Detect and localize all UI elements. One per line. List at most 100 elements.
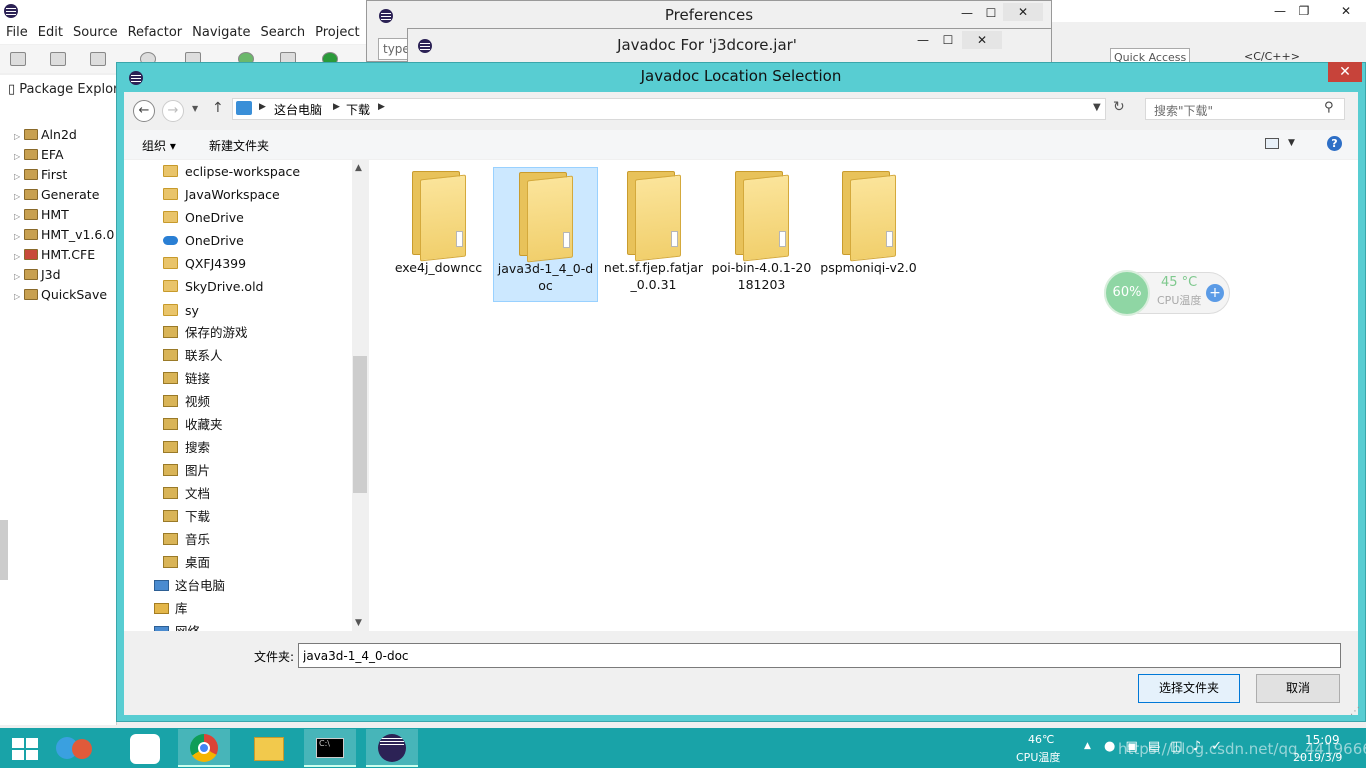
nav-item[interactable]: 视频 xyxy=(163,391,210,413)
plus-icon[interactable]: + xyxy=(1206,284,1224,302)
project-item[interactable]: ▷ HMT xyxy=(14,206,69,224)
menu-navigate[interactable]: Navigate xyxy=(186,22,254,40)
chevron-right-icon[interactable]: ▶ xyxy=(259,102,266,112)
chevron-right-icon[interactable]: ▶ xyxy=(333,102,340,112)
folder-tile[interactable]: exe4j_downcc xyxy=(386,167,491,302)
save-icon[interactable] xyxy=(90,52,106,66)
refresh-icon[interactable]: ↻ xyxy=(1113,99,1125,115)
project-item[interactable]: ▷ QuickSave xyxy=(14,286,107,304)
folder-icon xyxy=(836,171,902,262)
open-icon[interactable] xyxy=(50,52,66,66)
nav-item[interactable]: 保存的游戏 xyxy=(163,322,248,344)
taskbar-chrome[interactable] xyxy=(178,729,230,767)
downloads-icon xyxy=(163,510,178,522)
nav-item[interactable]: 网络 xyxy=(154,621,200,631)
nav-item[interactable]: QXFJ4399 xyxy=(163,253,246,275)
new-icon[interactable] xyxy=(10,52,26,66)
chevron-down-icon[interactable]: ▼ xyxy=(1288,138,1295,148)
folder-tile-selected[interactable]: java3d-1_4_0-doc xyxy=(493,167,598,302)
taskbar-cmd[interactable]: C:\ xyxy=(304,729,356,767)
project-item[interactable]: ▷ Generate xyxy=(14,186,99,204)
breadcrumb-this-pc[interactable]: 这台电脑 xyxy=(274,101,322,118)
recent-locations-dropdown[interactable]: ▼ xyxy=(192,104,198,113)
desktop-icon xyxy=(163,556,178,568)
package-explorer-title[interactable]: ▯ Package Explor xyxy=(8,82,118,97)
nav-item[interactable]: 桌面 xyxy=(163,552,210,574)
project-item[interactable]: ▷ Aln2d xyxy=(14,126,77,144)
nav-item[interactable]: 文档 xyxy=(163,483,210,505)
taskbar-explorer[interactable] xyxy=(242,729,294,767)
dialog-close-button[interactable]: ✕ xyxy=(1328,62,1362,82)
nav-item[interactable]: eclipse-workspace xyxy=(163,161,300,183)
back-button[interactable]: ← xyxy=(133,100,155,122)
menu-project[interactable]: Project xyxy=(309,22,363,40)
nav-item[interactable]: 下载 xyxy=(163,506,210,528)
address-dropdown-icon[interactable]: ▼ xyxy=(1093,102,1101,113)
chevron-up-icon[interactable]: ▲ xyxy=(1084,741,1091,751)
windows-start-icon[interactable] xyxy=(12,738,38,760)
scroll-up-icon[interactable]: ▲ xyxy=(355,163,362,173)
folder-tile[interactable]: net.sf.fjep.fatjar_0.0.31 xyxy=(601,167,706,302)
chevron-right-icon[interactable]: ▶ xyxy=(378,102,385,112)
forward-button[interactable]: → xyxy=(162,100,184,122)
nav-item[interactable]: 图片 xyxy=(163,460,210,482)
project-item[interactable]: ▷ HMT.CFE xyxy=(14,246,95,264)
taskbar-app[interactable] xyxy=(120,729,172,767)
nav-item[interactable]: JavaWorkspace xyxy=(163,184,280,206)
watermark: https://blog.csdn.net/qq_44196662 xyxy=(1118,740,1366,758)
nav-item[interactable]: OneDrive xyxy=(163,207,244,229)
menu-refactor[interactable]: Refactor xyxy=(122,22,187,40)
scroll-down-icon[interactable]: ▼ xyxy=(355,618,362,628)
menu-edit[interactable]: Edit xyxy=(32,22,67,40)
folder-icon xyxy=(513,172,579,263)
nav-item[interactable]: 搜索 xyxy=(163,437,210,459)
nav-item[interactable]: 这台电脑 xyxy=(154,575,225,597)
help-icon[interactable]: ? xyxy=(1327,136,1342,151)
nav-item[interactable]: 收藏夹 xyxy=(163,414,223,436)
nav-item[interactable]: sy xyxy=(163,300,199,322)
nav-item[interactable]: OneDrive xyxy=(163,230,244,252)
project-item[interactable]: ▷ EFA xyxy=(14,146,64,164)
command-bar xyxy=(124,130,1358,159)
eclipse-icon xyxy=(378,734,406,762)
project-item[interactable]: ▷ First xyxy=(14,166,67,184)
new-folder-button[interactable]: 新建文件夹 xyxy=(209,137,269,154)
javadoc-for-title: Javadoc For 'j3dcore.jar' xyxy=(617,36,797,54)
taskbar-app[interactable] xyxy=(50,729,102,767)
menu-file[interactable]: File xyxy=(0,22,32,40)
dialog-title: Javadoc Location Selection xyxy=(640,67,842,85)
cancel-button[interactable]: 取消 xyxy=(1256,674,1340,703)
panel-resize-handle[interactable] xyxy=(0,520,8,580)
menu-search[interactable]: Search xyxy=(254,22,309,40)
taskbar-eclipse[interactable] xyxy=(366,729,418,767)
up-arrow-icon[interactable]: ↑ xyxy=(212,100,224,116)
nav-item[interactable]: 联系人 xyxy=(163,345,223,367)
filter-input[interactable]: type xyxy=(378,38,408,60)
nav-item[interactable]: 音乐 xyxy=(163,529,210,551)
scrollbar-thumb[interactable] xyxy=(353,356,367,493)
resize-grip-icon[interactable]: ⋰ xyxy=(1350,706,1360,717)
folder-tile[interactable]: poi-bin-4.0.1-20181203 xyxy=(709,167,814,302)
nav-item[interactable]: 库 xyxy=(154,598,188,620)
file-explorer-icon xyxy=(254,737,284,761)
documents-icon xyxy=(163,487,178,499)
cloud-icon xyxy=(163,236,178,245)
favorites-icon xyxy=(163,418,178,430)
maximize-icon[interactable]: ❐ xyxy=(1284,2,1324,20)
nav-item[interactable]: 链接 xyxy=(163,368,210,390)
folder-name-input[interactable] xyxy=(298,643,1341,668)
nav-item[interactable]: SkyDrive.old xyxy=(163,276,263,298)
breadcrumb-downloads[interactable]: 下载 xyxy=(346,101,370,118)
close-icon[interactable]: ✕ xyxy=(1326,2,1366,20)
search-icon[interactable]: ⚲ xyxy=(1324,100,1334,115)
search-input[interactable]: 搜索"下载" xyxy=(1145,98,1345,120)
project-item[interactable]: ▷ J3d xyxy=(14,266,61,284)
pictures-icon xyxy=(163,464,178,476)
organize-button[interactable]: 组织 ▾ xyxy=(142,137,176,154)
view-options-icon[interactable] xyxy=(1265,138,1279,149)
project-item[interactable]: ▷ HMT_v1.6.0 xyxy=(14,226,114,244)
select-folder-button[interactable]: 选择文件夹 xyxy=(1138,674,1240,703)
tray-cpu-label: CPU温度 xyxy=(1016,751,1061,764)
folder-tile[interactable]: pspmoniqi-v2.0 xyxy=(816,167,921,302)
menu-source[interactable]: Source xyxy=(67,22,122,40)
